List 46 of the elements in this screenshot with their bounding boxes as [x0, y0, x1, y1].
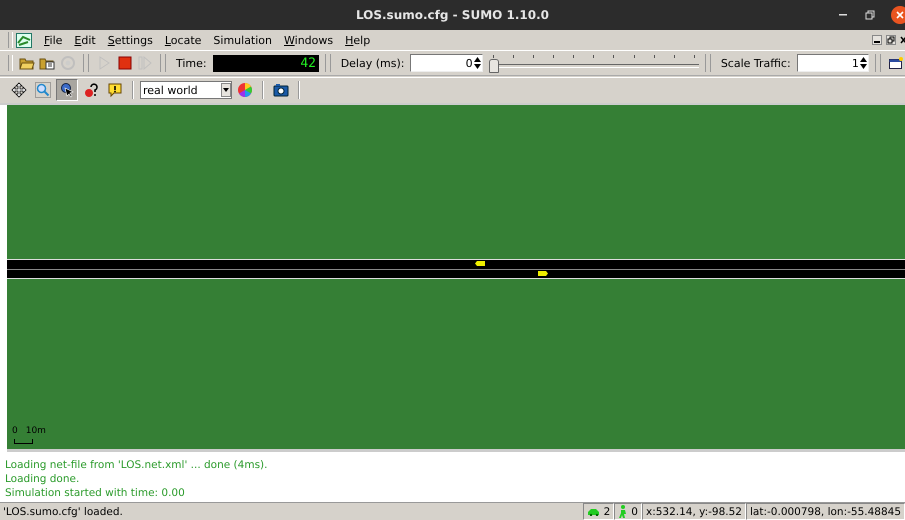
- menu-item[interactable]: Settings: [102, 34, 159, 46]
- vehicle-count: 2: [604, 506, 610, 518]
- scale-traffic-label: Scale Traffic:: [720, 56, 792, 70]
- close-icon[interactable]: [900, 35, 905, 45]
- scale-traffic-spinner[interactable]: 1: [796, 54, 869, 72]
- delay-spinner[interactable]: 0: [410, 54, 483, 72]
- color-wheel-icon[interactable]: [237, 82, 253, 98]
- log-message: Loading done.: [5, 472, 80, 486]
- minimize-icon[interactable]: [872, 35, 882, 45]
- car-icon: [586, 507, 601, 516]
- slider-handle[interactable]: [488, 59, 499, 73]
- menu-item[interactable]: Simulation: [207, 34, 278, 46]
- menu-item[interactable]: Locate: [158, 34, 208, 46]
- window-title: LOS.sumo.cfg - SUMO 1.10.0: [356, 8, 550, 22]
- scale-bar: [14, 439, 34, 444]
- delay-slider[interactable]: [488, 53, 700, 73]
- geo-coordinates: lat:-0.000798, lon:-55.48845: [746, 503, 905, 520]
- minimize-icon[interactable]: [839, 13, 849, 17]
- log-message: Loading net-file from 'LOS.net.xml' ... done (4ms).: [5, 458, 268, 472]
- status-message: 'LOS.sumo.cfg' loaded.: [2, 504, 124, 520]
- cursor-coordinates: x:532.14, y:-98.52: [642, 503, 746, 520]
- close-icon[interactable]: [891, 6, 905, 24]
- zoom-icon[interactable]: [32, 79, 54, 101]
- restore-icon[interactable]: [886, 35, 896, 45]
- delay-label: Delay (ms):: [340, 56, 406, 70]
- person-count: 0: [631, 506, 638, 518]
- menu-item[interactable]: Windows: [278, 34, 340, 46]
- camera-icon[interactable]: [273, 83, 289, 97]
- app-icon: [16, 32, 32, 48]
- menu-item[interactable]: File: [38, 34, 68, 46]
- scheme-dropdown[interactable]: real world: [140, 81, 232, 99]
- locate-icon[interactable]: [56, 79, 78, 101]
- spin-arrows-icon[interactable]: [472, 55, 482, 71]
- vehicle-icon[interactable]: [475, 261, 485, 266]
- scale-label: 0: [12, 426, 18, 436]
- menu-item[interactable]: Edit: [68, 34, 102, 46]
- time-display: 42: [212, 54, 319, 72]
- spin-arrows-icon[interactable]: [858, 55, 868, 71]
- log-message: Simulation started with time: 0.00: [5, 486, 186, 500]
- time-label: Time:: [174, 56, 208, 70]
- scale-label: 10m: [26, 426, 46, 436]
- person-icon: [618, 505, 628, 518]
- menu-item[interactable]: Help: [339, 34, 376, 46]
- restore-icon[interactable]: [865, 10, 875, 20]
- map-canvas[interactable]: 0 10m: [7, 105, 905, 449]
- vehicle-icon[interactable]: [538, 271, 548, 276]
